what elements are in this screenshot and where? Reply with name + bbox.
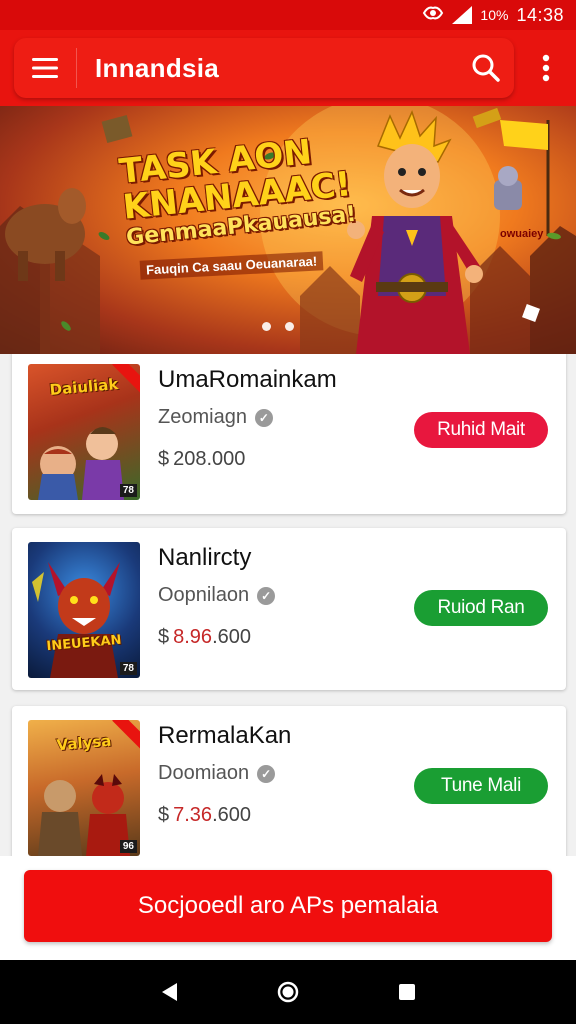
hamburger-menu-icon [32,58,58,78]
status-bar: 10% 14:38 [0,0,576,30]
game-price: $208.000 [158,448,245,471]
banner-dot-2[interactable] [285,322,294,331]
promo-banner[interactable]: TASK AON KNANAAAC! GenmaaPkauausa! Fauqi… [0,106,576,354]
nav-recents-button[interactable] [387,972,427,1012]
game-subtitle-row: Zeomiagn ✓ [158,406,273,429]
game-card[interactable]: INEUEKAN 78 Nanlircty Oopnilaon ✓ $8.96.… [12,528,566,690]
game-title: UmaRomainkam [158,366,337,393]
nav-home-button[interactable] [268,972,308,1012]
game-subtitle: Oopnilaon [158,584,250,606]
game-action-button[interactable]: Ruhid Mait [414,412,548,448]
more-vert-icon [542,54,550,82]
system-nav-bar [0,960,576,1024]
price-value: 208.000 [173,448,246,470]
game-title: RermalaKan [158,722,292,749]
search-icon [472,54,500,82]
app-bar-divider [76,48,77,88]
currency-symbol: $ [158,626,170,648]
game-subtitle: Doomiaon [158,762,250,784]
clock: 14:38 [516,4,564,25]
app-bar-container: Innandsia [14,38,514,98]
app-screen: 10% 14:38 Innandsia TASK AON KNANAAAC! G… [0,0,576,1024]
more-options-button[interactable] [520,38,572,98]
banner-flag-text: owuaiey [500,228,544,240]
signal-icon [452,6,473,24]
primary-cta-button[interactable]: Socjooedl aro APs pemalaia [24,870,552,942]
menu-button[interactable] [14,38,76,98]
price-value-rest: .600 [212,626,251,648]
price-value-highlight: 7.36 [173,804,213,826]
game-subtitle-row: Doomiaon ✓ [158,762,276,785]
price-value-highlight: 8.96 [173,626,213,648]
game-card[interactable]: Valysa 96 RermalaKan Doomiaon ✓ $7.36.60… [12,706,566,858]
verified-check-icon: ✓ [257,764,276,783]
game-price: $7.36.600 [158,804,251,827]
battery-percent: 10% [480,7,509,23]
age-rating-badge: 78 [119,484,137,497]
nav-back-button[interactable] [149,972,189,1012]
game-action-button[interactable]: Tune Mali [414,768,548,804]
search-button[interactable] [458,38,514,98]
currency-symbol: $ [158,448,170,470]
verified-check-icon: ✓ [254,408,273,427]
game-list[interactable]: Daiuliak 78 UmaRomainkam Zeomiagn ✓ $208… [0,354,576,858]
price-value-rest: .600 [212,804,251,826]
banner-dot-1[interactable] [262,322,271,331]
game-thumbnail: Daiuliak 78 [28,364,140,500]
currency-symbol: $ [158,804,170,826]
app-title: Innandsia [95,52,220,83]
recents-square-icon [398,984,415,1000]
game-subtitle: Zeomiagn [158,406,247,428]
app-bar: Innandsia [0,30,576,106]
game-card[interactable]: Daiuliak 78 UmaRomainkam Zeomiagn ✓ $208… [12,354,566,514]
banner-pagination [262,322,294,331]
game-thumbnail: Valysa 96 [28,720,140,856]
home-circle-icon [277,981,299,1003]
game-subtitle-row: Oopnilaon ✓ [158,584,276,607]
bottom-action-area: Socjooedl aro APs pemalaia [0,856,576,960]
age-rating-badge: 96 [119,840,137,853]
game-price: $8.96.600 [158,626,251,649]
game-title: Nanlircty [158,544,252,571]
game-action-button[interactable]: Ruiod Ran [414,590,548,626]
back-triangle-icon [162,983,178,1001]
app-notification-icon [422,4,444,27]
age-rating-badge: 78 [119,662,137,675]
game-thumbnail: INEUEKAN 78 [28,542,140,678]
verified-check-icon: ✓ [257,586,276,605]
